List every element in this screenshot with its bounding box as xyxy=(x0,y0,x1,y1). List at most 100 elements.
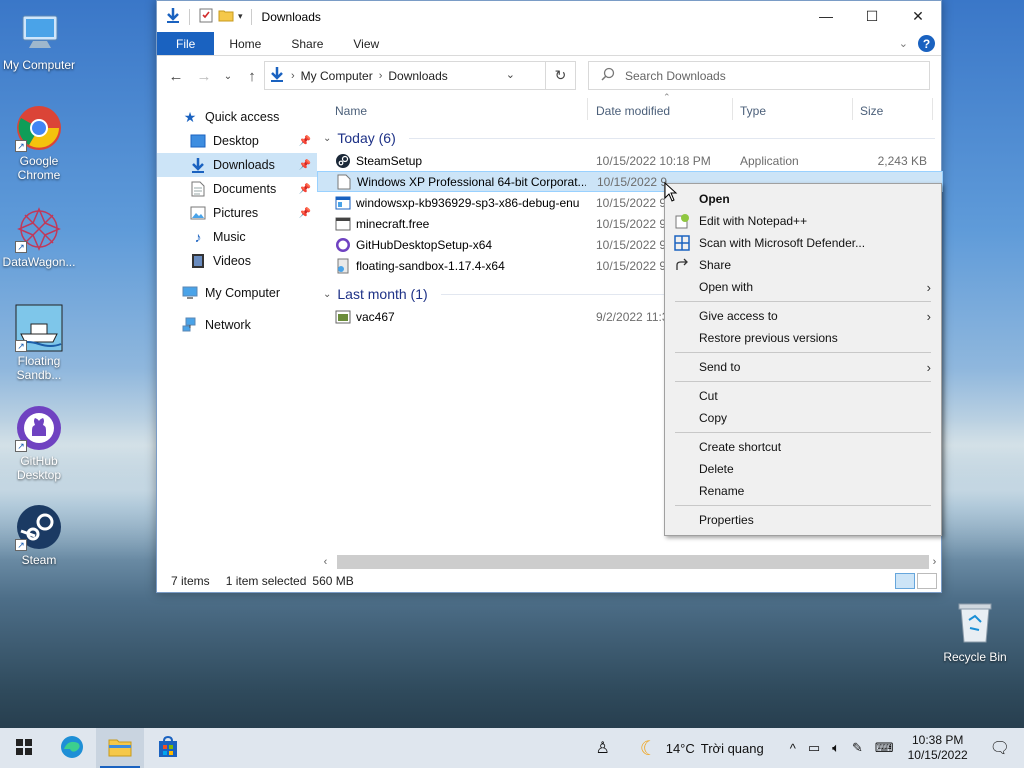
pin-icon[interactable]: 📌 xyxy=(299,208,311,219)
desktop-icon-steam[interactable]: ↗ Steam xyxy=(0,503,78,567)
desktop-icon-recycle-bin[interactable]: Recycle Bin xyxy=(941,600,1009,664)
breadcrumb-downloads[interactable]: Downloads xyxy=(388,69,447,83)
menu-item-send-to[interactable]: Send to › xyxy=(665,356,941,378)
taskbar-edge-button[interactable] xyxy=(48,728,96,768)
shortcut-arrow-icon: ↗ xyxy=(15,140,27,152)
tab-home[interactable]: Home xyxy=(214,32,276,55)
scrollbar-thumb[interactable] xyxy=(337,554,929,569)
column-divider[interactable] xyxy=(587,98,588,120)
menu-item-create-shortcut[interactable]: Create shortcut xyxy=(665,436,941,458)
recycle-bin-icon xyxy=(955,600,995,644)
file-row[interactable]: SteamSetup 10/15/2022 10:18 PM Applicati… xyxy=(317,150,943,171)
menu-item-delete[interactable]: Delete xyxy=(665,458,941,480)
clock[interactable]: 10:38 PM 10/15/2022 xyxy=(900,733,976,763)
nav-item-downloads[interactable]: Downloads 📌 xyxy=(157,153,317,177)
scroll-right-icon[interactable]: › xyxy=(926,556,943,568)
people-icon[interactable]: ♙ xyxy=(589,738,615,758)
menu-item-restore-previous-versions[interactable]: Restore previous versions xyxy=(665,327,941,349)
menu-item-give-access-to[interactable]: Give access to › xyxy=(665,305,941,327)
menu-item-cut[interactable]: Cut xyxy=(665,385,941,407)
tab-view[interactable]: View xyxy=(338,32,394,55)
desktop-icon-github-desktop[interactable]: ↗ GitHub Desktop xyxy=(0,404,78,482)
address-history-dropdown-icon[interactable]: ⌄ xyxy=(506,68,515,81)
refresh-button[interactable]: ↻ xyxy=(546,61,576,90)
keyboard-icon[interactable]: ⌨ xyxy=(869,740,900,756)
nav-item-network[interactable]: Network xyxy=(157,313,317,337)
collapse-chevron-icon[interactable]: ⌄ xyxy=(323,133,331,144)
nav-item-my-computer[interactable]: My Computer xyxy=(157,281,317,305)
recent-locations-button[interactable]: ⌄ xyxy=(221,65,235,87)
new-folder-icon[interactable] xyxy=(218,7,234,26)
menu-item-rename[interactable]: Rename xyxy=(665,480,941,502)
breadcrumb-separator[interactable]: › xyxy=(379,70,383,82)
group-header-today[interactable]: ⌄ Today (6) xyxy=(317,126,943,150)
up-button[interactable]: ↑ xyxy=(241,65,263,87)
scroll-left-icon[interactable]: ‹ xyxy=(317,556,334,568)
menu-item-scan-defender[interactable]: Scan with Microsoft Defender... xyxy=(665,232,941,254)
application-icon xyxy=(335,216,351,232)
tab-file[interactable]: File xyxy=(157,32,215,55)
column-header-type[interactable]: Type xyxy=(740,104,766,118)
nav-item-pictures[interactable]: Pictures 📌 xyxy=(157,201,317,225)
column-header-size[interactable]: Size xyxy=(860,104,883,118)
search-box[interactable]: Search Downloads xyxy=(588,61,930,90)
menu-item-edit-with-notepad[interactable]: Edit with Notepad++ xyxy=(665,210,941,232)
column-divider[interactable] xyxy=(852,98,853,120)
nav-item-music[interactable]: ♪ Music xyxy=(157,225,317,249)
column-header-name[interactable]: Name xyxy=(335,104,367,118)
nav-item-videos[interactable]: Videos xyxy=(157,249,317,273)
taskbar-store-button[interactable] xyxy=(144,728,192,768)
menu-item-open[interactable]: Open xyxy=(665,188,941,210)
horizontal-scrollbar[interactable]: ‹ › xyxy=(317,553,943,570)
window-controls: — ☐ ✕ xyxy=(803,1,941,31)
menu-item-open-with[interactable]: Open with › xyxy=(665,276,941,298)
column-headers: Name Date modified ⌃ Type Size xyxy=(317,92,943,126)
large-icons-view-button[interactable] xyxy=(917,573,937,589)
column-divider[interactable] xyxy=(932,98,933,120)
menu-item-copy[interactable]: Copy xyxy=(665,407,941,429)
help-icon[interactable]: ? xyxy=(918,35,935,52)
menu-item-properties[interactable]: Properties xyxy=(665,509,941,531)
nav-item-quick-access[interactable]: ★ Quick access xyxy=(157,105,317,129)
back-button[interactable]: ← xyxy=(165,65,187,87)
title-bar[interactable]: ▾ Downloads — ☐ ✕ xyxy=(157,1,941,32)
desktop-icon-google-chrome[interactable]: ↗ Google Chrome xyxy=(0,104,78,182)
menu-item-share[interactable]: Share xyxy=(665,254,941,276)
pin-icon[interactable]: 📌 xyxy=(299,184,311,195)
collapse-chevron-icon[interactable]: ⌄ xyxy=(323,289,331,300)
tab-share[interactable]: Share xyxy=(276,32,338,55)
volume-icon[interactable]: 🔈︎ xyxy=(826,740,846,756)
pen-icon[interactable]: ✎ xyxy=(846,740,869,756)
desktop-icon-datawagon[interactable]: ↗ DataWagon... xyxy=(0,205,78,269)
forward-button[interactable]: → xyxy=(193,65,215,87)
properties-icon[interactable] xyxy=(198,7,214,26)
network-status-icon[interactable]: ▭ xyxy=(802,740,826,756)
show-hidden-icons-icon[interactable]: ^ xyxy=(784,741,802,756)
maximize-button[interactable]: ☐ xyxy=(849,1,895,31)
details-view-button[interactable] xyxy=(895,573,915,589)
desktop-icon-floating-sandbox[interactable]: ↗ Floating Sandb... xyxy=(0,304,78,382)
desktop-icon-my-computer[interactable]: My Computer xyxy=(0,8,78,72)
breadcrumb-separator[interactable]: › xyxy=(291,70,295,82)
expand-ribbon-icon[interactable]: ⌄ xyxy=(899,37,908,50)
nav-item-desktop[interactable]: Desktop 📌 xyxy=(157,129,317,153)
navigation-pane: ★ Quick access Desktop 📌 Downloads 📌 Doc… xyxy=(157,105,317,337)
pin-icon[interactable]: 📌 xyxy=(299,160,311,171)
column-divider[interactable] xyxy=(732,98,733,120)
start-button[interactable] xyxy=(0,728,48,768)
customize-qat-icon[interactable]: ▾ xyxy=(238,11,243,22)
menu-separator xyxy=(675,352,931,353)
steam-setup-icon xyxy=(335,153,351,169)
column-header-date-modified[interactable]: Date modified xyxy=(596,104,670,118)
ribbon-right-controls: ⌄ ? xyxy=(899,35,935,52)
taskbar-file-explorer-button[interactable] xyxy=(96,728,144,768)
notification-icon[interactable]: 🗨︎ xyxy=(976,738,1024,758)
address-bar[interactable]: › My Computer › Downloads ⌄ xyxy=(264,61,546,90)
breadcrumb-my-computer[interactable]: My Computer xyxy=(301,69,373,83)
close-button[interactable]: ✕ xyxy=(895,1,941,31)
weather-widget[interactable]: ☾ 14°C Trời quang xyxy=(634,736,770,761)
pin-icon[interactable]: 📌 xyxy=(299,136,311,147)
minimize-button[interactable]: — xyxy=(803,1,849,31)
nav-item-documents[interactable]: Documents 📌 xyxy=(157,177,317,201)
separator xyxy=(189,8,190,25)
